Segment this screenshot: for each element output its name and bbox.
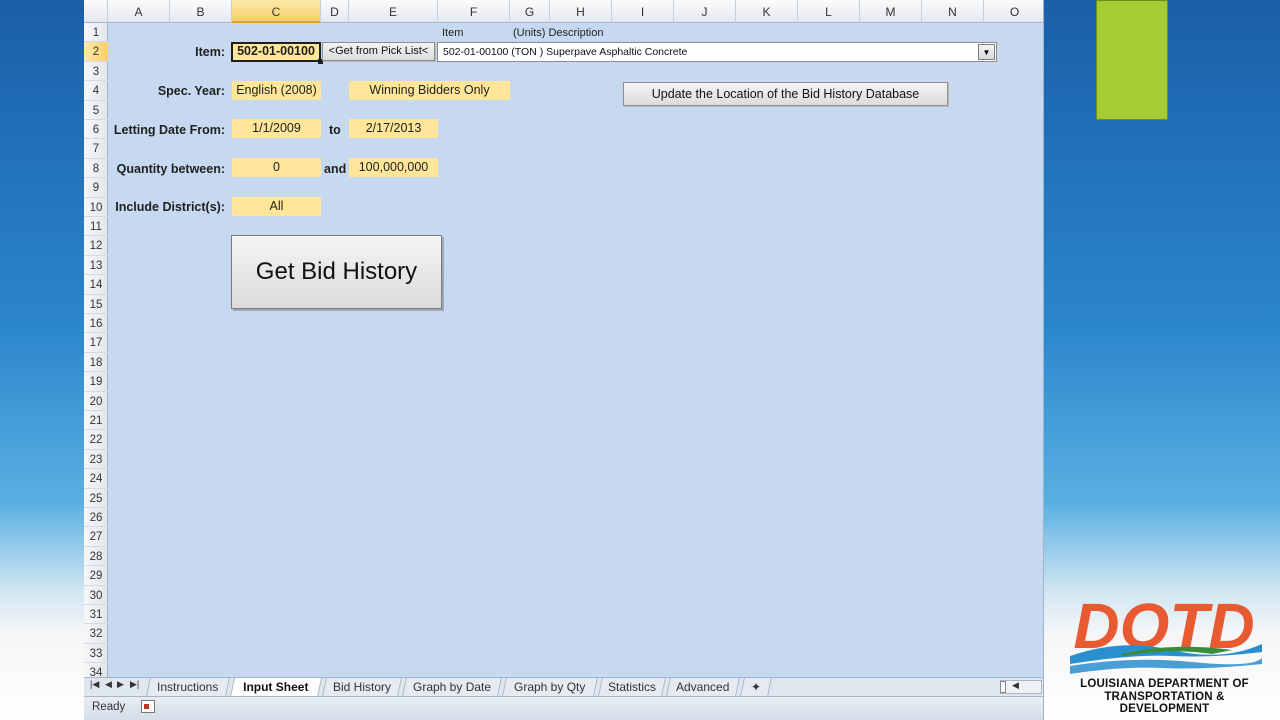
row-header[interactable]: 1 [84, 23, 108, 43]
scroll-left-icon[interactable]: ◀ [1012, 680, 1019, 691]
select-all-corner[interactable] [84, 0, 108, 23]
column-header-c[interactable]: C [232, 0, 321, 23]
row-header-bar: 1 2 3 4 5 6 7 8 9 10 11 12 13 14 15 16 17 18 19 20 21 22 23 24 2… [84, 23, 108, 683]
winning-bidders-input[interactable]: Winning Bidders Only [349, 81, 510, 100]
column-header-m[interactable]: M [860, 0, 922, 23]
column-header-j[interactable]: J [674, 0, 736, 23]
column-header-g[interactable]: G [510, 0, 550, 23]
status-bar: Ready [84, 696, 1043, 720]
letting-date-to-input[interactable]: 2/17/2013 [349, 119, 438, 138]
spec-year-label: Spec. Year: [157, 84, 225, 98]
column-header-h[interactable]: H [550, 0, 612, 23]
row-header[interactable]: 19 [84, 372, 108, 392]
row-header[interactable]: 27 [84, 527, 108, 547]
dotd-emblem: DOTD [1070, 590, 1262, 674]
row-header[interactable]: 25 [84, 489, 108, 508]
row-header[interactable]: 4 [84, 81, 108, 101]
dotd-text-line-2: TRANSPORTATION & DEVELOPMENT [1104, 691, 1225, 715]
row-header[interactable]: 31 [84, 605, 108, 625]
insert-sheet-icon[interactable]: ✦ [740, 678, 772, 696]
row-header[interactable]: 2 [84, 42, 108, 62]
row-header[interactable]: 22 [84, 430, 108, 450]
last-sheet-icon[interactable]: ▶| [130, 679, 139, 690]
letting-date-from-input[interactable]: 1/1/2009 [232, 119, 321, 138]
decorative-green-bar [1096, 0, 1168, 120]
column-header-b[interactable]: B [170, 0, 232, 23]
tab-graph-by-qty[interactable]: Graph by Qty [502, 678, 598, 696]
get-from-pick-list-button[interactable]: <Get from Pick List< [322, 42, 435, 61]
get-bid-history-button[interactable]: Get Bid History [231, 235, 442, 309]
column-header-l[interactable]: L [798, 0, 860, 23]
prev-sheet-icon[interactable]: ◀ [105, 679, 112, 690]
macro-record-icon[interactable] [141, 700, 155, 713]
row-header[interactable]: 20 [84, 392, 108, 411]
sheet-tab-bar: |◀ ◀ ▶ ▶| Instructions Input Sheet Bid H… [84, 677, 1043, 697]
quantity-max-input[interactable]: 100,000,000 [349, 158, 438, 177]
item-description-value: 502-01-00100 (TON ) Superpave Asphaltic … [443, 46, 688, 58]
item-description-combobox[interactable]: 502-01-00100 (TON ) Superpave Asphaltic … [437, 42, 997, 62]
tab-split-handle[interactable] [1000, 681, 1006, 693]
row-header[interactable]: 24 [84, 469, 108, 489]
letting-date-label: Letting Date From: [113, 123, 225, 137]
column-header-d[interactable]: D [321, 0, 349, 23]
column-header-a[interactable]: A [108, 0, 170, 23]
row-header[interactable]: 18 [84, 353, 108, 373]
tab-bid-history[interactable]: Bid History [322, 678, 402, 696]
column-header-o[interactable]: O [984, 0, 1043, 23]
excel-window: A B C D E F G H I J K L M N O 1234567891… [84, 0, 1044, 720]
row-header[interactable]: 11 [84, 217, 108, 237]
row-header[interactable]: 33 [84, 644, 108, 664]
row-header[interactable]: 13 [84, 256, 108, 276]
row-header[interactable]: 28 [84, 547, 108, 567]
row-header[interactable]: 3 [84, 62, 108, 82]
horizontal-scrollbar[interactable] [1000, 680, 1042, 694]
quantity-between-label: Quantity between: [116, 162, 225, 176]
include-districts-label: Include District(s): [115, 200, 225, 214]
update-database-location-button[interactable]: Update the Location of the Bid History D… [623, 82, 948, 106]
tab-statistics[interactable]: Statistics [598, 678, 666, 696]
tab-instructions[interactable]: Instructions [146, 678, 230, 696]
column-header-bar: A B C D E F G H I J K L M N O [84, 0, 1043, 23]
row-header[interactable]: 23 [84, 450, 108, 470]
column-header-e[interactable]: E [349, 0, 438, 23]
dotd-logo: DOTD LOUISIANA DEPARTMENT OF TRANSPORTAT… [1062, 590, 1267, 715]
row-header[interactable]: 9 [84, 178, 108, 198]
and-label: and [324, 162, 347, 176]
dotd-text-line-1: LOUISIANA DEPARTMENT OF [1080, 678, 1249, 690]
column-header-k[interactable]: K [736, 0, 798, 23]
row-header[interactable]: 5 [84, 101, 108, 120]
row-header[interactable]: 29 [84, 566, 108, 586]
item-column-caption: Item [442, 27, 464, 39]
item-number-input[interactable]: 502-01-00100 [231, 42, 321, 62]
row-header[interactable]: 30 [84, 586, 108, 605]
row-header[interactable]: 14 [84, 275, 108, 295]
row-header[interactable]: 21 [84, 411, 108, 431]
row-header[interactable]: 32 [84, 624, 108, 644]
quantity-min-input[interactable]: 0 [232, 158, 321, 177]
first-sheet-icon[interactable]: |◀ [90, 679, 99, 690]
row-header[interactable]: 12 [84, 236, 108, 256]
row-header[interactable]: 26 [84, 508, 108, 528]
dropdown-arrow-icon[interactable]: ▼ [978, 44, 995, 60]
row-header[interactable]: 16 [84, 314, 108, 334]
units-description-caption: (Units) Description [513, 27, 604, 39]
tab-graph-by-date[interactable]: Graph by Date [402, 678, 502, 696]
next-sheet-icon[interactable]: ▶ [117, 679, 124, 690]
status-ready-text: Ready [92, 701, 126, 713]
row-header[interactable]: 7 [84, 139, 108, 159]
tab-input-sheet[interactable]: Input Sheet [229, 678, 323, 697]
column-header-n[interactable]: N [922, 0, 984, 23]
row-header[interactable]: 17 [84, 333, 108, 353]
to-label: to [329, 123, 341, 137]
column-header-i[interactable]: I [612, 0, 674, 23]
districts-input[interactable]: All [232, 197, 321, 216]
item-label: Item: [195, 45, 225, 59]
column-header-f[interactable]: F [438, 0, 510, 23]
spec-year-input[interactable]: English (2008) [232, 81, 321, 100]
tab-advanced[interactable]: Advanced [666, 678, 740, 696]
row-header[interactable]: 15 [84, 295, 108, 314]
